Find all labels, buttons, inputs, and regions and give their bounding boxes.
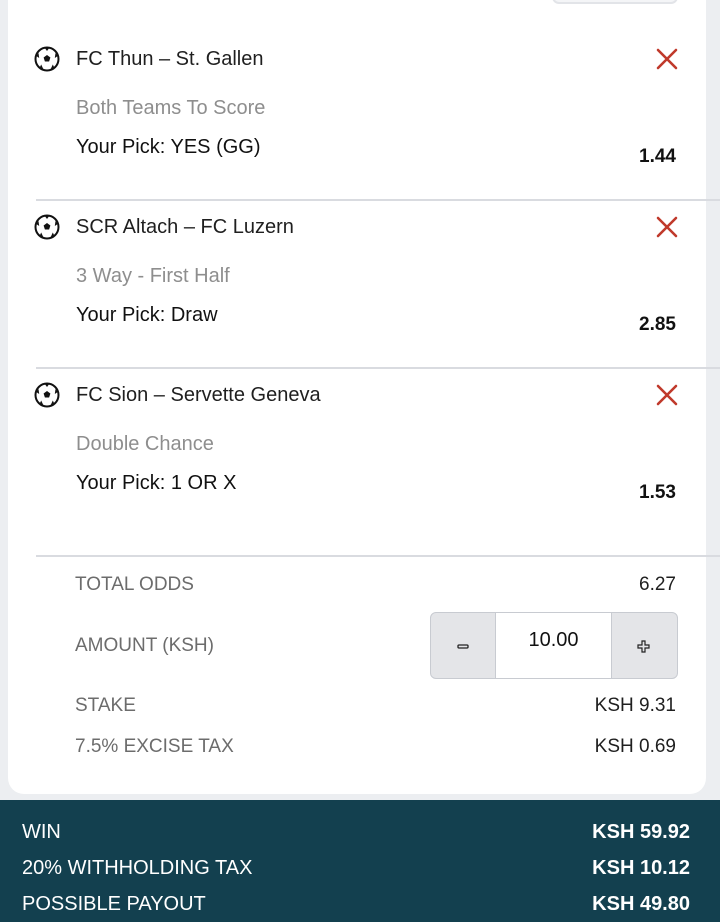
amount-stepper <box>430 612 678 679</box>
bet-selection: SCR Altach – FC Luzern 3 Way - First Hal… <box>0 214 720 382</box>
amount-input[interactable] <box>495 613 612 678</box>
withholding-tax-label: 20% WITHHOLDING TAX <box>22 857 253 879</box>
your-pick: Your Pick: YES (GG) <box>76 136 261 158</box>
selection-odds: 1.44 <box>639 146 676 167</box>
market-name: Double Chance <box>76 433 214 455</box>
possible-payout-value: KSH 49.80 <box>592 893 690 915</box>
match-title: SCR Altach – FC Luzern <box>76 216 294 238</box>
soccer-ball-icon <box>34 214 60 240</box>
plus-icon[interactable] <box>611 613 677 678</box>
divider <box>36 555 720 557</box>
amount-row: AMOUNT (KSH) <box>75 635 214 657</box>
stake-row: STAKE KSH 9.31 <box>75 695 676 717</box>
your-pick: Your Pick: Draw <box>76 304 218 326</box>
stake-value: KSH 9.31 <box>594 695 676 716</box>
soccer-ball-icon <box>34 382 60 408</box>
win-label: WIN <box>22 821 61 843</box>
your-pick: Your Pick: 1 OR X <box>76 472 237 494</box>
win-row: WIN KSH 59.92 <box>22 821 690 844</box>
excise-tax-row: 7.5% EXCISE TAX KSH 0.69 <box>75 736 676 758</box>
minus-icon[interactable] <box>431 613 495 678</box>
possible-payout-row: POSSIBLE PAYOUT KSH 49.80 <box>22 893 690 916</box>
divider <box>36 367 720 369</box>
selection-odds: 1.53 <box>639 482 676 503</box>
selection-odds: 2.85 <box>639 314 676 335</box>
withholding-tax-value: KSH 10.12 <box>592 857 690 879</box>
top-control-edge[interactable] <box>552 0 678 4</box>
close-icon[interactable] <box>654 214 680 240</box>
divider <box>36 199 720 201</box>
win-value: KSH 59.92 <box>592 821 690 843</box>
market-name: Both Teams To Score <box>76 97 266 119</box>
market-name: 3 Way - First Half <box>76 265 230 287</box>
match-title: FC Thun – St. Gallen <box>76 48 264 70</box>
total-odds-row: TOTAL ODDS 6.27 <box>75 574 676 596</box>
possible-payout-label: POSSIBLE PAYOUT <box>22 893 206 915</box>
soccer-ball-icon <box>34 46 60 72</box>
close-icon[interactable] <box>654 382 680 408</box>
excise-tax-label: 7.5% EXCISE TAX <box>75 736 234 757</box>
bet-selection: FC Sion – Servette Geneva Double Chance … <box>0 382 720 550</box>
match-title: FC Sion – Servette Geneva <box>76 384 321 406</box>
amount-label: AMOUNT (KSH) <box>75 635 214 656</box>
close-icon[interactable] <box>654 46 680 72</box>
total-odds-value: 6.27 <box>639 574 676 595</box>
bet-selection: FC Thun – St. Gallen Both Teams To Score… <box>0 46 720 214</box>
excise-tax-value: KSH 0.69 <box>594 736 676 757</box>
stake-label: STAKE <box>75 695 136 716</box>
payout-footer: WIN KSH 59.92 20% WITHHOLDING TAX KSH 10… <box>0 800 720 922</box>
total-odds-label: TOTAL ODDS <box>75 574 194 595</box>
withholding-tax-row: 20% WITHHOLDING TAX KSH 10.12 <box>22 857 690 880</box>
